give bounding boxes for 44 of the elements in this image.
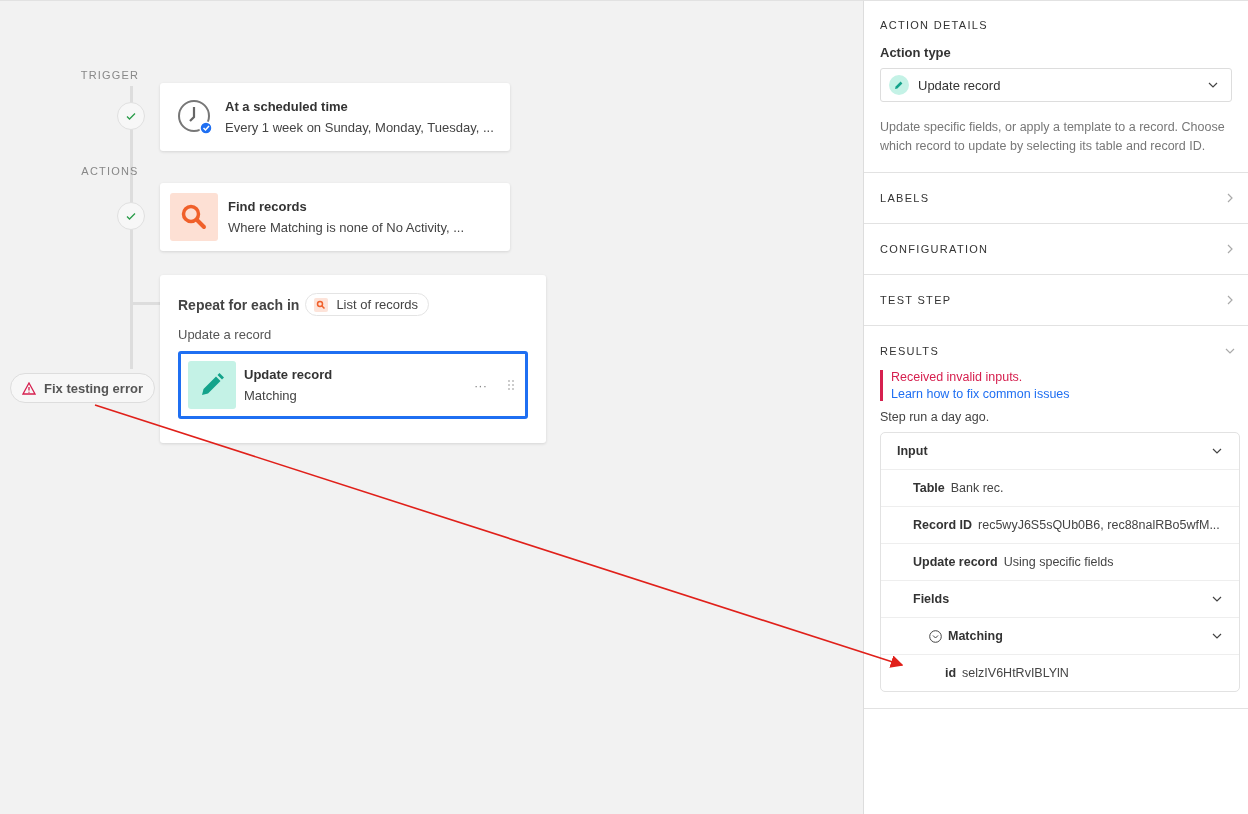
search-icon [170,193,218,241]
field-name[interactable]: Input [897,444,928,458]
action-card[interactable]: Find records Where Matching is none of No Activity, ... [160,183,510,251]
field-name: id [945,666,957,680]
field-name[interactable]: Fields [913,592,950,606]
loop-label: Repeat for each in [178,296,300,313]
more-button[interactable]: ··· [474,377,487,393]
field-value: Using specific fields [1003,555,1114,569]
run-time: Step run a day ago. [880,410,991,424]
error-message: Received invalid inputs. [891,370,1024,384]
field-name: Update record [913,555,998,569]
section-header[interactable]: TEST STEP [864,275,1248,325]
loop-caption: Update a record [178,327,273,342]
warning-icon [22,381,36,395]
clock-icon [177,99,213,135]
step-summary: Where Matching is none of No Activity, ... [228,220,465,235]
action-type-dropdown[interactable]: Update record [880,68,1232,102]
section-header[interactable]: LABELS [864,173,1248,223]
field-value: Bank rec. [950,481,1004,495]
section-header[interactable]: CONFIGURATION [864,224,1248,274]
step-summary: Every 1 week on Sunday, Monday, Tuesday, ... [225,120,494,135]
step-title: Update record [244,367,334,382]
fix-error-button[interactable]: Fix testing error [10,373,155,403]
trigger-card[interactable]: At a scheduled time Every 1 week on Sunday, Monday, Tuesday, ... [160,83,510,151]
help-link[interactable]: Learn how to fix common issues [891,387,1240,401]
pencil-icon [889,75,909,95]
pencil-icon [188,361,236,409]
field-name[interactable]: Matching [948,629,1003,643]
step-title: Find records [228,199,308,214]
section-label: TRIGGER [79,69,141,81]
object-icon [929,629,942,643]
field-value: rec5wyJ6S5sQUb0B6, rec88nalRBo5wfM... [978,518,1220,532]
drag-handle-icon[interactable] [507,379,515,391]
field-label: Action type [880,45,952,60]
panel-heading: ACTION DETAILS [880,19,989,31]
update-step-card[interactable]: Update record Matching ··· [178,351,528,419]
step-title: At a scheduled time [225,99,349,114]
field-value: selzIV6HtRvIBLYlN [962,666,1069,680]
section-label: ACTIONS [80,165,140,177]
field-name: Table [913,481,945,495]
search-icon [314,297,329,312]
action-description: Update specific fields, or apply a template to a record. Choose which record to update by selecting its table and record ID. [880,119,1226,155]
field-name: Record ID [913,518,973,532]
step-summary: Matching [244,388,298,403]
